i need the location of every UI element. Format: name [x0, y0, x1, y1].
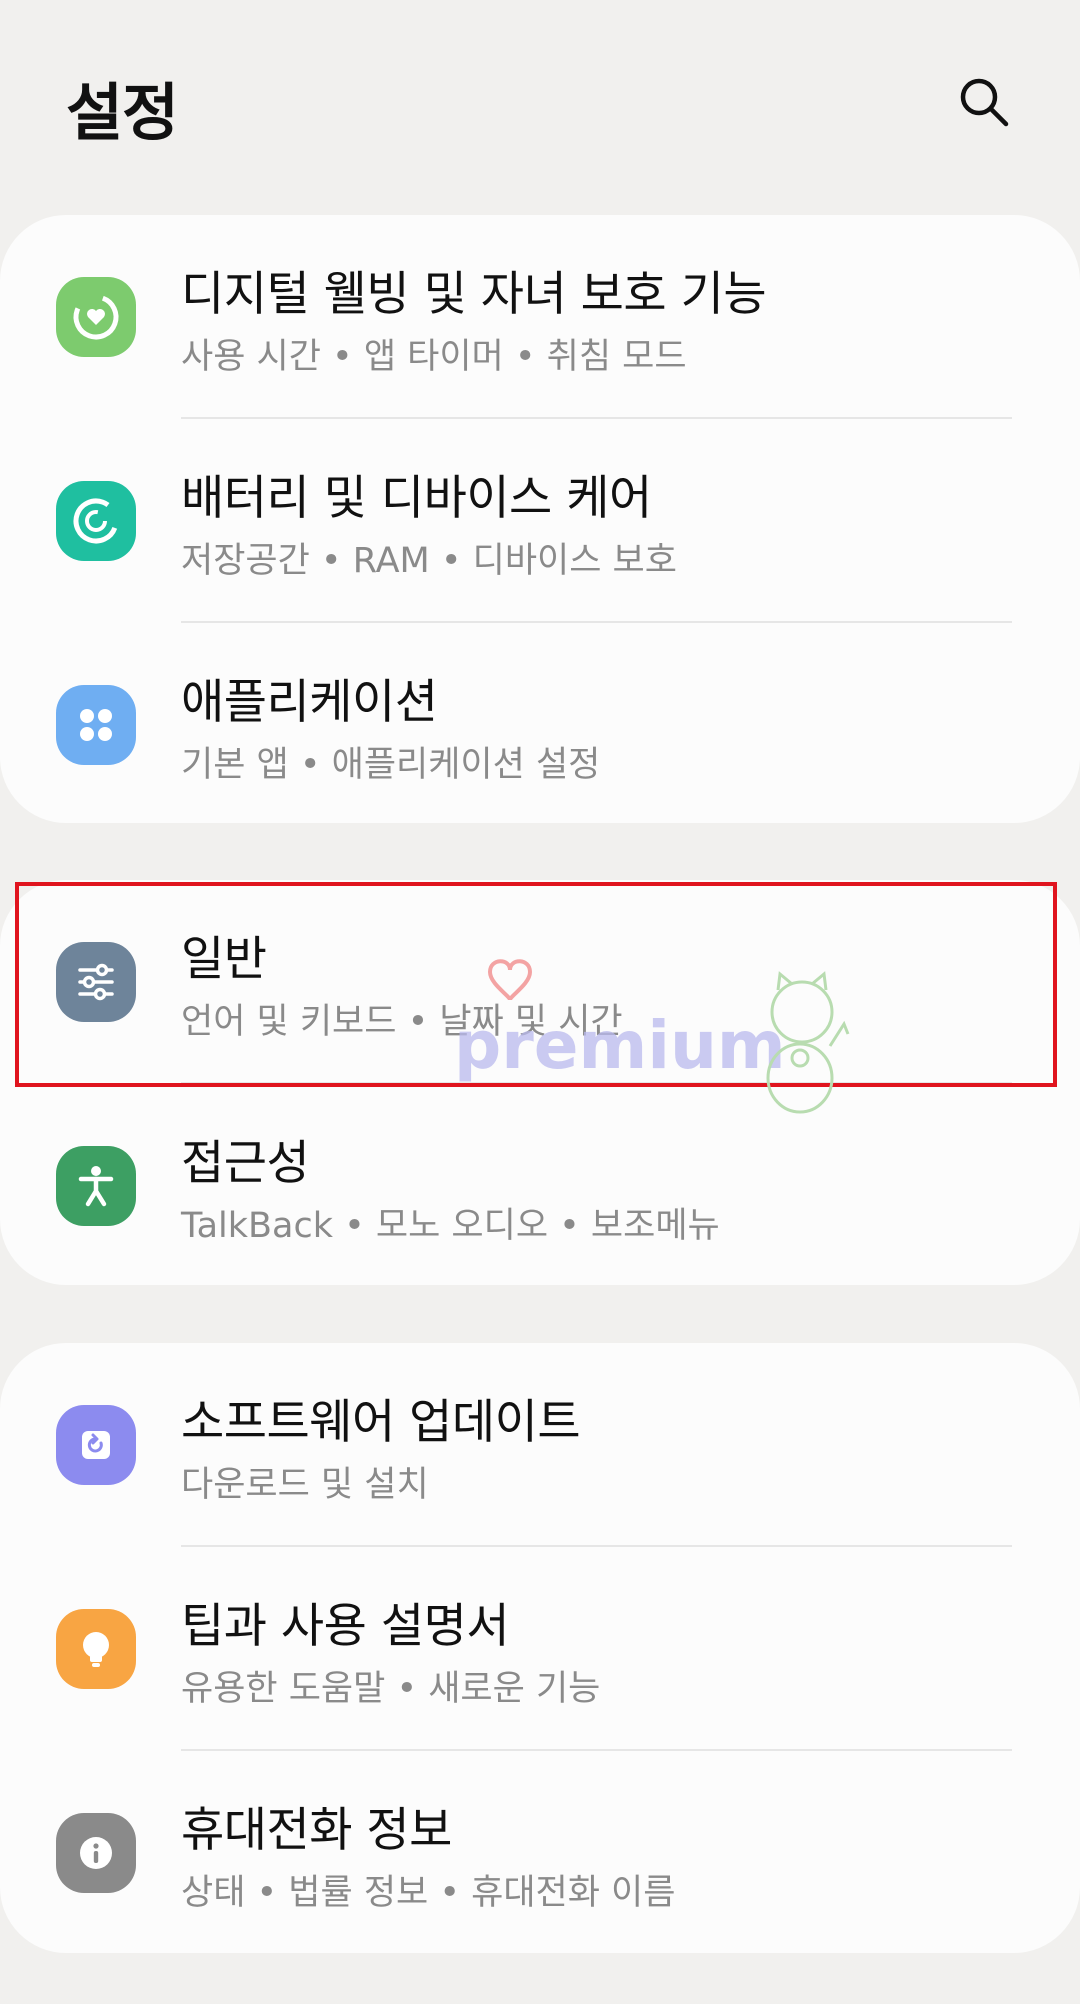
- settings-group-1: 디지털 웰빙 및 자녀 보호 기능 사용 시간 • 앱 타이머 • 취침 모드 …: [0, 215, 1080, 823]
- item-title: 접근성: [181, 1136, 310, 1191]
- apps-icon: [56, 685, 136, 765]
- settings-group-3: 소프트웨어 업데이트 다운로드 및 설치 팁과 사용 설명서 유용한 도움말 •…: [0, 1343, 1080, 1953]
- search-icon: [960, 78, 1009, 127]
- menu-item-accessibility[interactable]: 접근성 TalkBack • 모노 오디오 • 보조메뉴: [0, 1084, 1080, 1285]
- item-title: 팁과 사용 설명서: [181, 1599, 510, 1654]
- item-subtitle: 다운로드 및 설치: [181, 1465, 429, 1505]
- item-subtitle: 언어 및 키보드 • 날짜 및 시간: [181, 1002, 623, 1042]
- item-title: 디지털 웰빙 및 자녀 보호 기능: [181, 267, 767, 322]
- search-button[interactable]: [952, 70, 1016, 134]
- item-title: 소프트웨어 업데이트: [181, 1395, 581, 1450]
- item-subtitle: 저장공간 • RAM • 디바이스 보호: [181, 541, 677, 581]
- menu-item-digital-wellbeing[interactable]: 디지털 웰빙 및 자녀 보호 기능 사용 시간 • 앱 타이머 • 취침 모드: [0, 215, 1080, 419]
- settings-group-2: 일반 언어 및 키보드 • 날짜 및 시간 접근성 TalkBack • 모노 …: [0, 880, 1080, 1285]
- accessibility-icon: [56, 1146, 136, 1226]
- item-subtitle: 상태 • 법률 정보 • 휴대전화 이름: [181, 1873, 676, 1913]
- item-title: 일반: [181, 932, 267, 987]
- device-care-icon: [56, 481, 136, 561]
- sliders-icon: [56, 942, 136, 1022]
- menu-item-applications[interactable]: 애플리케이션 기본 앱 • 애플리케이션 설정: [0, 623, 1080, 823]
- wellbeing-icon: [56, 277, 136, 357]
- update-icon: [56, 1405, 136, 1485]
- menu-item-battery-device-care[interactable]: 배터리 및 디바이스 케어 저장공간 • RAM • 디바이스 보호: [0, 419, 1080, 623]
- item-subtitle: 유용한 도움말 • 새로운 기능: [181, 1669, 601, 1709]
- lightbulb-icon: [56, 1609, 136, 1689]
- item-title: 휴대전화 정보: [181, 1803, 452, 1858]
- menu-item-phone-info[interactable]: 휴대전화 정보 상태 • 법률 정보 • 휴대전화 이름: [0, 1751, 1080, 1953]
- item-subtitle: TalkBack • 모노 오디오 • 보조메뉴: [181, 1206, 720, 1246]
- item-title: 배터리 및 디바이스 케어: [181, 471, 652, 526]
- item-subtitle: 사용 시간 • 앱 타이머 • 취침 모드: [181, 337, 687, 377]
- menu-item-general[interactable]: 일반 언어 및 키보드 • 날짜 및 시간: [0, 880, 1080, 1084]
- page-title: 설정: [66, 76, 179, 149]
- info-icon: [56, 1813, 136, 1893]
- item-subtitle: 기본 앱 • 애플리케이션 설정: [181, 745, 601, 785]
- menu-item-tips[interactable]: 팁과 사용 설명서 유용한 도움말 • 새로운 기능: [0, 1547, 1080, 1751]
- item-title: 애플리케이션: [181, 675, 438, 730]
- header: 설정: [0, 0, 1080, 200]
- menu-item-software-update[interactable]: 소프트웨어 업데이트 다운로드 및 설치: [0, 1343, 1080, 1547]
